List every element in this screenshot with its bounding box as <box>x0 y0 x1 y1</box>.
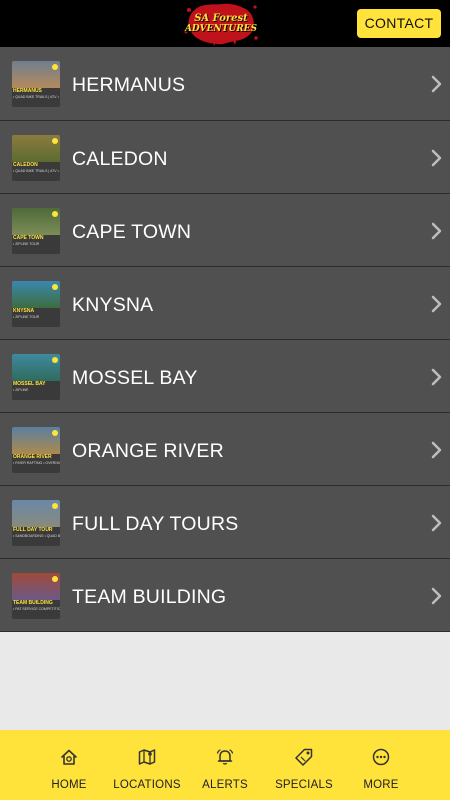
app-screen: SA Forest ADVENTURES CONTACT HERMANUS • … <box>0 0 450 800</box>
location-label: KNYSNA <box>72 294 154 316</box>
location-label: ORANGE RIVER <box>72 440 224 462</box>
location-thumbnail: MOSSEL BAY • ZIPLINE <box>12 354 60 400</box>
home-icon <box>61 749 77 765</box>
more-dots-icon <box>372 748 390 766</box>
location-label: FULL DAY TOURS <box>72 513 239 535</box>
location-label: TEAM BUILDING <box>72 586 227 608</box>
badge-dot-icon <box>52 284 58 290</box>
thumbnail-caption: KNYSNA • ZIPLINE TOUR <box>12 308 60 327</box>
badge-dot-icon <box>52 576 58 582</box>
thumbnail-subtitle: • QUAD BIKE TRAILS | ATV • ZIPLINE TOUR <box>13 169 60 173</box>
chevron-right-icon <box>431 587 442 605</box>
thumbnail-caption: TEAM BUILDING • PAT SERVICE COMPETITION … <box>12 600 60 619</box>
thumbnail-caption: FULL DAY TOUR • SANDBOARDING • QUAD BIKE… <box>12 527 60 546</box>
thumbnail-subtitle: • RIVER RAFTING • OVERNIGHT ADVENTURE <box>13 461 60 465</box>
logo-text-top: SA Forest <box>194 13 248 24</box>
location-thumbnail: FULL DAY TOUR • SANDBOARDING • QUAD BIKE… <box>12 500 60 546</box>
thumbnail-title: CALEDON <box>13 162 38 168</box>
chevron-right-icon <box>431 222 442 240</box>
thumbnail-caption: HERMANUS • QUAD BIKE TRAILS | ATV • SAND… <box>12 88 60 107</box>
location-thumbnail: HERMANUS • QUAD BIKE TRAILS | ATV • SAND… <box>12 61 60 107</box>
badge-dot-icon <box>52 503 58 509</box>
thumbnail-subtitle: • QUAD BIKE TRAILS | ATV • SANDBOARDING <box>13 95 60 99</box>
chevron-right-icon <box>431 295 442 313</box>
bottom-navigation: HOME LOCATIONS ALERTS SPECIALS MORE <box>0 730 450 800</box>
sa-forest-adventures-logo[interactable]: SA Forest ADVENTURES <box>183 2 259 46</box>
tag-icon <box>295 748 313 766</box>
thumbnail-subtitle: • ZIPLINE TOUR <box>13 315 40 319</box>
thumbnail-caption: MOSSEL BAY • ZIPLINE <box>12 381 60 400</box>
nav-alerts-label: ALERTS <box>202 779 248 791</box>
location-row-hermanus[interactable]: HERMANUS • QUAD BIKE TRAILS | ATV • SAND… <box>0 47 450 121</box>
location-thumbnail: KNYSNA • ZIPLINE TOUR <box>12 281 60 327</box>
thumbnail-title: KNYSNA <box>13 308 35 314</box>
location-row-orange-river[interactable]: ORANGE RIVER • RIVER RAFTING • OVERNIGHT… <box>0 413 450 486</box>
contact-button[interactable]: CONTACT <box>357 9 441 38</box>
chevron-right-icon <box>431 75 442 93</box>
chevron-right-icon <box>431 441 442 459</box>
locations-list: HERMANUS • QUAD BIKE TRAILS | ATV • SAND… <box>0 47 450 632</box>
location-label: CALEDON <box>72 148 168 170</box>
location-row-knysna[interactable]: KNYSNA • ZIPLINE TOUR KNYSNA <box>0 267 450 340</box>
nav-more[interactable]: MORE <box>352 730 410 800</box>
chevron-right-icon <box>431 149 442 167</box>
location-row-team-building[interactable]: TEAM BUILDING • PAT SERVICE COMPETITION … <box>0 559 450 632</box>
thumbnail-title: MOSSEL BAY <box>13 381 46 387</box>
nav-more-label: MORE <box>363 779 399 791</box>
thumbnail-title: FULL DAY TOUR <box>13 527 53 533</box>
location-label: CAPE TOWN <box>72 221 192 243</box>
location-thumbnail: CALEDON • QUAD BIKE TRAILS | ATV • ZIPLI… <box>12 135 60 181</box>
nav-specials-label: SPECIALS <box>275 779 333 791</box>
badge-dot-icon <box>52 357 58 363</box>
logo-text-bottom: ADVENTURES <box>184 24 258 34</box>
location-thumbnail: TEAM BUILDING • PAT SERVICE COMPETITION … <box>12 573 60 619</box>
nav-alerts[interactable]: ALERTS <box>196 730 254 800</box>
thumbnail-subtitle: • PAT SERVICE COMPETITION • WHAT'S TO HE… <box>13 607 60 611</box>
chevron-right-icon <box>431 514 442 532</box>
nav-locations-label: LOCATIONS <box>113 779 181 791</box>
location-row-full-day-tours[interactable]: FULL DAY TOUR • SANDBOARDING • QUAD BIKE… <box>0 486 450 559</box>
thumbnail-caption: CALEDON • QUAD BIKE TRAILS | ATV • ZIPLI… <box>12 162 60 181</box>
location-row-cape-town[interactable]: CAPE TOWN • ZIPLINE TOUR CAPE TOWN <box>0 194 450 267</box>
thumbnail-caption: ORANGE RIVER • RIVER RAFTING • OVERNIGHT… <box>12 454 60 473</box>
nav-specials[interactable]: SPECIALS <box>272 730 336 800</box>
thumbnail-subtitle: • ZIPLINE TOUR <box>13 242 40 246</box>
badge-dot-icon <box>52 138 58 144</box>
map-pin-icon <box>138 749 156 765</box>
location-thumbnail: ORANGE RIVER • RIVER RAFTING • OVERNIGHT… <box>12 427 60 473</box>
location-row-mossel-bay[interactable]: MOSSEL BAY • ZIPLINE MOSSEL BAY <box>0 340 450 413</box>
thumbnail-title: ORANGE RIVER <box>13 454 52 460</box>
thumbnail-caption: CAPE TOWN • ZIPLINE TOUR <box>12 235 60 254</box>
thumbnail-title: HERMANUS <box>13 88 42 94</box>
thumbnail-title: TEAM BUILDING <box>13 600 53 606</box>
nav-home-label: HOME <box>51 779 87 791</box>
nav-home[interactable]: HOME <box>39 730 99 800</box>
location-label: HERMANUS <box>72 74 186 96</box>
app-header: SA Forest ADVENTURES CONTACT <box>0 0 450 47</box>
thumbnail-title: CAPE TOWN <box>13 235 44 241</box>
thumbnail-subtitle: • ZIPLINE <box>13 388 29 392</box>
badge-dot-icon <box>52 430 58 436</box>
bell-icon <box>216 749 234 765</box>
thumbnail-subtitle: • SANDBOARDING • QUAD BIKE TRAILS | ATV <box>13 534 60 538</box>
location-thumbnail: CAPE TOWN • ZIPLINE TOUR <box>12 208 60 254</box>
location-row-caledon[interactable]: CALEDON • QUAD BIKE TRAILS | ATV • ZIPLI… <box>0 121 450 194</box>
nav-locations[interactable]: LOCATIONS <box>112 730 182 800</box>
badge-dot-icon <box>52 64 58 70</box>
chevron-right-icon <box>431 368 442 386</box>
badge-dot-icon <box>52 211 58 217</box>
location-label: MOSSEL BAY <box>72 367 198 389</box>
